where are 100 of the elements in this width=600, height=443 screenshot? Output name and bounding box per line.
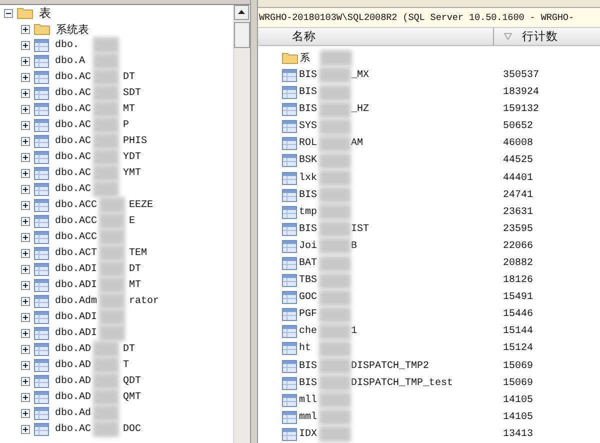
table-name[interactable]: lxk: [299, 172, 318, 184]
tree-item[interactable]: dbo.ACC: [55, 232, 98, 242]
tree-item[interactable]: dbo.AC: [55, 120, 92, 130]
table-icon: [34, 182, 49, 196]
tree-item[interactable]: dbo.ADI: [55, 264, 98, 274]
tree-item[interactable]: dbo.Adm: [55, 296, 98, 306]
table-name-end: DISPATCH_TMP_test: [351, 378, 454, 389]
expand-icon[interactable]: [21, 296, 30, 306]
column-header[interactable]: 行计数: [494, 28, 600, 45]
table-icon: [34, 310, 49, 324]
blurred-text: [319, 221, 352, 238]
tree-item[interactable]: 表: [39, 4, 51, 22]
table-name[interactable]: BAT: [299, 258, 318, 270]
tree-item[interactable]: dbo.AC: [55, 88, 92, 98]
tree-item[interactable]: dbo.ADI: [55, 328, 98, 338]
table-name[interactable]: BIS: [299, 104, 318, 116]
tree-item[interactable]: dbo.AC: [55, 152, 92, 162]
tree-item[interactable]: dbo.AC: [55, 104, 92, 114]
table-name[interactable]: mll: [299, 394, 318, 406]
expand-icon[interactable]: [21, 168, 30, 178]
table-name[interactable]: PGF: [299, 309, 318, 320]
table-name[interactable]: GOC: [299, 292, 318, 304]
expand-icon[interactable]: [21, 72, 30, 82]
expand-icon[interactable]: [21, 216, 30, 226]
expand-icon[interactable]: [21, 264, 30, 274]
expand-icon[interactable]: [21, 312, 30, 322]
tree-item[interactable]: dbo.A: [55, 56, 91, 66]
expand-icon[interactable]: [21, 184, 30, 194]
table-name[interactable]: BIS: [299, 360, 318, 372]
tree-item[interactable]: dbo.AC: [55, 184, 92, 194]
table-name[interactable]: che: [299, 326, 318, 338]
table-name[interactable]: ROL: [299, 138, 318, 150]
table-name[interactable]: BIS: [299, 190, 318, 201]
collapse-icon[interactable]: [4, 8, 13, 18]
table-name[interactable]: BIS: [299, 87, 318, 98]
expand-icon[interactable]: [21, 248, 30, 258]
table-icon: [282, 257, 297, 270]
table-name[interactable]: TBS: [299, 275, 318, 286]
tree-item[interactable]: dbo.AC: [55, 136, 92, 146]
tree-item[interactable]: dbo.AD: [55, 376, 92, 386]
table-name[interactable]: Joi: [299, 240, 318, 252]
tree-item[interactable]: dbo.AD: [55, 360, 92, 370]
table-icon: [34, 166, 49, 180]
tree-item[interactable]: dbo.ADI: [55, 280, 98, 290]
blurred-text: [99, 229, 126, 245]
table-name[interactable]: BIS: [299, 378, 318, 389]
table-name[interactable]: BSK: [299, 155, 318, 166]
expand-icon[interactable]: [21, 104, 30, 114]
expand-icon[interactable]: [21, 232, 30, 242]
expand-icon[interactable]: [21, 40, 30, 50]
expand-icon[interactable]: [21, 360, 30, 370]
scrollbar[interactable]: [233, 5, 250, 443]
table-name[interactable]: SYS: [299, 121, 318, 132]
expand-icon[interactable]: [21, 376, 30, 386]
expand-icon[interactable]: [21, 408, 30, 418]
expand-icon[interactable]: [21, 56, 30, 66]
scroll-up-icon[interactable]: [234, 5, 249, 20]
table-name[interactable]: BIS: [299, 70, 318, 81]
expand-icon[interactable]: [21, 136, 30, 146]
tree-item[interactable]: 系统表: [56, 22, 89, 36]
tree-item[interactable]: dbo.AD: [55, 344, 92, 354]
table-name[interactable]: ht: [299, 343, 317, 354]
table-icon: [34, 406, 49, 420]
tree-item[interactable]: dbo.ACT: [55, 248, 98, 258]
tree-item[interactable]: dbo.ADI: [55, 312, 98, 322]
tree-item[interactable]: dbo.AC: [55, 424, 92, 434]
table-icon: [34, 198, 49, 212]
column-header[interactable]: 名称: [258, 28, 494, 45]
expand-icon[interactable]: [21, 200, 30, 210]
tree-item[interactable]: dbo.: [55, 40, 91, 50]
expand-icon[interactable]: [21, 344, 30, 354]
row-count: 44525: [503, 155, 534, 166]
table-name[interactable]: tmp: [299, 206, 318, 218]
expand-icon[interactable]: [21, 120, 30, 130]
expand-icon[interactable]: [21, 280, 30, 290]
tree-item[interactable]: dbo.Ad: [55, 408, 92, 418]
table-name[interactable]: 系: [300, 51, 318, 66]
table-name[interactable]: mml: [299, 412, 318, 423]
expand-icon[interactable]: [21, 424, 30, 434]
blurred-text: [93, 85, 120, 101]
tree-item[interactable]: dbo.ACC: [55, 216, 98, 226]
table-icon: [34, 102, 49, 116]
table-icon: [34, 118, 49, 132]
blurred-text: [93, 389, 120, 405]
table-name[interactable]: IDX: [299, 428, 318, 440]
tree-item[interactable]: dbo.AD: [55, 392, 92, 402]
table-name[interactable]: BIS: [299, 224, 318, 235]
table-icon: [282, 68, 297, 82]
expand-icon[interactable]: [21, 392, 30, 402]
tree-item[interactable]: dbo.ACC: [55, 200, 98, 210]
expand-icon[interactable]: [21, 152, 30, 162]
table-icon: [34, 358, 49, 372]
expand-icon[interactable]: [21, 328, 30, 338]
tree-item[interactable]: dbo.AC: [55, 72, 92, 82]
expand-icon[interactable]: [21, 88, 30, 98]
row-count: 46008: [503, 138, 534, 150]
tree-item[interactable]: dbo.AC: [55, 168, 92, 178]
table-icon: [34, 294, 49, 308]
expand-icon[interactable]: [21, 24, 30, 34]
scrollbar-thumb[interactable]: [234, 22, 250, 48]
